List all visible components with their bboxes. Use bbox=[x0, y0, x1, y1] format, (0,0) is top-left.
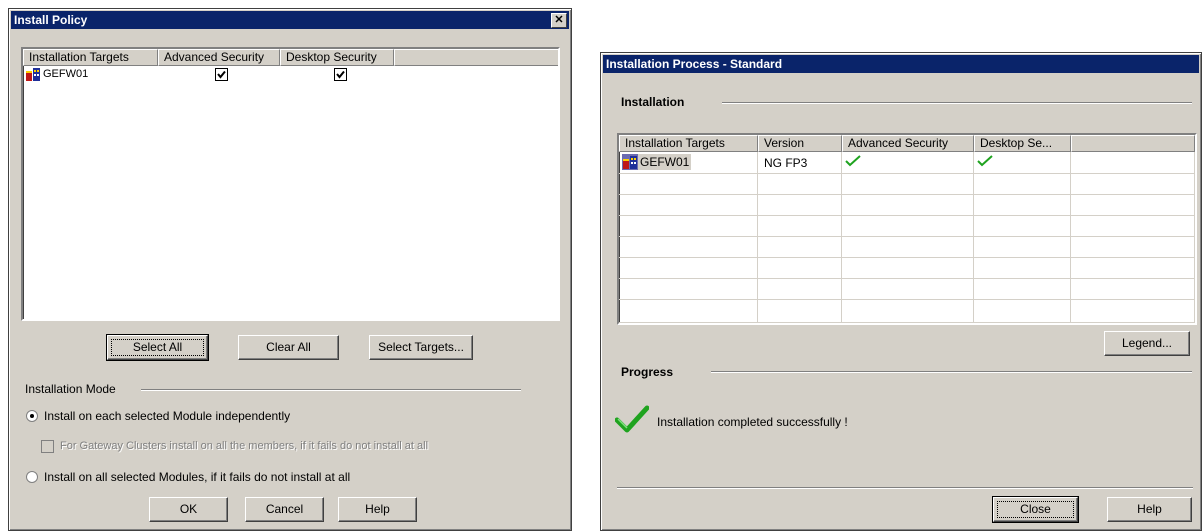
target-name: GEFW01 bbox=[43, 68, 89, 80]
select-all-button[interactable]: Select All bbox=[106, 334, 209, 361]
column-header-version[interactable]: Version bbox=[758, 135, 842, 152]
installation-mode-label: Installation Mode bbox=[25, 382, 116, 396]
installation-status-grid[interactable]: Installation Targets Version Advanced Se… bbox=[617, 133, 1197, 325]
installation-group-label: Installation bbox=[621, 95, 685, 109]
version-cell: NG FP3 bbox=[764, 156, 808, 170]
installation-group-divider bbox=[722, 102, 1192, 104]
column-header-filler bbox=[394, 49, 558, 66]
help-button[interactable]: Help bbox=[1107, 497, 1192, 522]
install-policy-dialog: Install Policy ✕ Installation Targets Ad… bbox=[8, 8, 572, 531]
installation-process-titlebar[interactable]: Installation Process - Standard bbox=[603, 55, 1199, 73]
install-each-label[interactable]: Install on each selected Module independ… bbox=[44, 409, 290, 423]
install-policy-title: Install Policy bbox=[14, 13, 88, 27]
grid-lines bbox=[619, 152, 1195, 323]
focus-rect bbox=[111, 339, 204, 356]
gateway-clusters-label: For Gateway Clusters install on all the … bbox=[60, 440, 429, 452]
installation-process-dialog: Installation Process - Standard Installa… bbox=[600, 52, 1202, 531]
install-each-radio[interactable] bbox=[26, 410, 38, 422]
progress-group-label: Progress bbox=[621, 365, 674, 379]
table-row[interactable]: GEFW01 NG FP3 bbox=[619, 152, 1195, 173]
column-header-advanced-security[interactable]: Advanced Security bbox=[158, 49, 280, 66]
column-header-desktop-security[interactable]: Desktop Security bbox=[280, 49, 394, 66]
ok-label: OK bbox=[179, 502, 198, 516]
success-check-icon bbox=[615, 405, 649, 433]
column-header-installation-targets[interactable]: Installation Targets bbox=[619, 135, 758, 152]
help-label: Help bbox=[365, 502, 390, 516]
column-header-desktop-security[interactable]: Desktop Se... bbox=[974, 135, 1071, 152]
success-check-icon bbox=[977, 155, 993, 167]
clear-all-button[interactable]: Clear All bbox=[238, 335, 339, 360]
advanced-security-checkbox[interactable] bbox=[215, 68, 228, 81]
install-all-radio[interactable] bbox=[26, 471, 38, 483]
desktop-security-checkbox[interactable] bbox=[334, 68, 347, 81]
install-policy-titlebar[interactable]: Install Policy ✕ bbox=[11, 11, 569, 29]
installation-mode-divider bbox=[141, 389, 521, 391]
close-icon[interactable]: ✕ bbox=[551, 13, 567, 28]
column-header-filler bbox=[1071, 135, 1195, 152]
help-label: Help bbox=[1137, 502, 1162, 516]
legend-label: Legend... bbox=[1121, 336, 1173, 350]
targets-list[interactable]: Installation Targets Advanced Security D… bbox=[21, 47, 560, 321]
cancel-label: Cancel bbox=[265, 502, 304, 516]
success-check-icon bbox=[845, 155, 861, 167]
installation-process-title: Installation Process - Standard bbox=[606, 57, 783, 71]
gateway-icon bbox=[25, 67, 41, 82]
ok-button[interactable]: OK bbox=[149, 497, 228, 522]
gateway-clusters-checkbox[interactable] bbox=[41, 440, 54, 453]
clear-all-label: Clear All bbox=[266, 340, 311, 354]
cancel-button[interactable]: Cancel bbox=[245, 497, 324, 522]
column-header-installation-targets[interactable]: Installation Targets bbox=[23, 49, 158, 66]
footer-divider bbox=[617, 487, 1193, 489]
select-targets-label: Select Targets... bbox=[378, 340, 464, 354]
status-message: Installation completed successfully ! bbox=[657, 415, 848, 429]
list-item[interactable]: GEFW01 bbox=[23, 67, 558, 83]
close-button[interactable]: Close bbox=[992, 496, 1079, 523]
install-all-label[interactable]: Install on all selected Modules, if it f… bbox=[44, 470, 350, 484]
help-button[interactable]: Help bbox=[338, 497, 417, 522]
checkmark-icon bbox=[336, 70, 345, 79]
gateway-icon bbox=[622, 154, 638, 170]
target-name: GEFW01 bbox=[638, 154, 692, 170]
select-targets-button[interactable]: Select Targets... bbox=[369, 335, 473, 360]
progress-group-divider bbox=[711, 371, 1192, 373]
focus-rect bbox=[997, 501, 1074, 518]
column-header-advanced-security[interactable]: Advanced Security bbox=[842, 135, 974, 152]
legend-button[interactable]: Legend... bbox=[1104, 331, 1190, 356]
checkmark-icon bbox=[217, 70, 226, 79]
